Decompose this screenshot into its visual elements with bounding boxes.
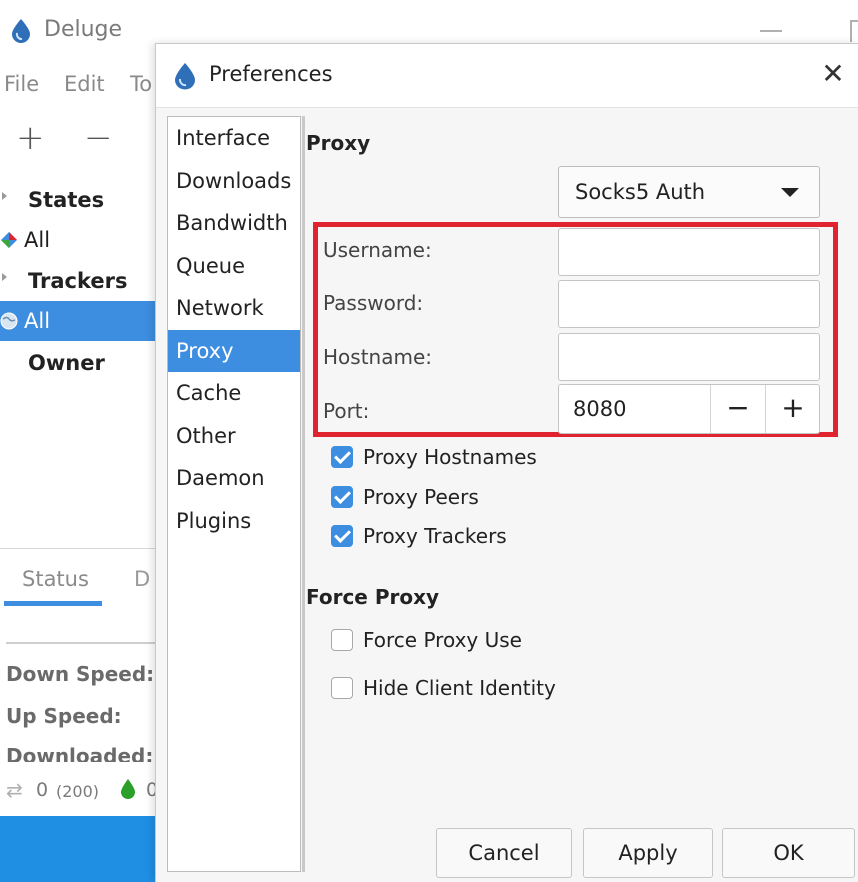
force-proxy-section-heading: Force Proxy xyxy=(306,585,440,609)
username-field[interactable] xyxy=(558,228,820,276)
sidebar-header-label: Owner xyxy=(28,351,105,375)
filter-sidebar: States All Trackers All Owner xyxy=(0,180,158,540)
sidebar-item-label: All xyxy=(24,309,51,333)
category-downloads[interactable]: Downloads xyxy=(168,160,300,202)
proxy-peers-checkbox-row[interactable]: Proxy Peers xyxy=(331,482,479,512)
cancel-button[interactable]: Cancel xyxy=(436,828,572,878)
password-label: Password: xyxy=(323,291,424,315)
dialog-titlebar: Preferences ✕ xyxy=(156,44,858,108)
remove-torrent-button[interactable]: − xyxy=(84,118,113,158)
ok-button[interactable]: OK xyxy=(722,828,855,878)
dialog-title: Preferences xyxy=(209,62,333,86)
hide-client-identity-checkbox[interactable] xyxy=(331,677,353,699)
taskbar-strip xyxy=(0,816,160,882)
sidebar-header-states[interactable]: States xyxy=(0,180,158,220)
expander-icon xyxy=(2,192,7,200)
hide-client-identity-checkbox-row[interactable]: Hide Client Identity xyxy=(331,673,556,703)
states-all-icon xyxy=(1,232,17,248)
globe-icon xyxy=(0,312,18,330)
hostname-label: Hostname: xyxy=(323,345,432,369)
proxy-type-value: Socks5 Auth xyxy=(575,180,706,204)
deluge-logo-icon xyxy=(12,19,30,43)
sidebar-header-owner[interactable]: Owner xyxy=(0,343,158,383)
proxy-type-dropdown[interactable]: Socks5 Auth xyxy=(558,166,820,218)
expander-icon xyxy=(2,273,7,281)
force-proxy-use-checkbox[interactable] xyxy=(331,629,353,651)
menu-file[interactable]: File xyxy=(4,72,39,96)
proxy-peers-checkbox[interactable] xyxy=(331,486,353,508)
port-increment-button[interactable]: + xyxy=(765,385,820,433)
sidebar-header-trackers[interactable]: Trackers xyxy=(0,261,158,301)
close-button[interactable]: ✕ xyxy=(818,59,848,89)
proxy-trackers-label: Proxy Trackers xyxy=(363,524,507,548)
tab-status[interactable]: Status xyxy=(22,567,89,591)
preferences-dialog: Preferences ✕ Interface Downloads Bandwi… xyxy=(155,43,858,882)
sidebar-header-label: Trackers xyxy=(28,269,128,293)
hostname-field[interactable] xyxy=(558,333,820,381)
downloaded-row-clip: Downloaded: xyxy=(0,742,158,762)
details-tabs: Status D xyxy=(0,548,158,608)
proxy-hostnames-checkbox[interactable] xyxy=(331,446,353,468)
category-daemon[interactable]: Daemon xyxy=(168,457,300,499)
port-spinbutton: 8080 − + xyxy=(558,384,820,434)
up-speed-label: Up Speed: xyxy=(6,704,122,728)
category-queue[interactable]: Queue xyxy=(168,245,300,287)
main-window-title: Deluge xyxy=(44,17,123,42)
connections-max: (200) xyxy=(56,782,100,801)
active-tab-indicator xyxy=(4,601,102,606)
divider xyxy=(6,642,156,644)
force-proxy-use-checkbox-row[interactable]: Force Proxy Use xyxy=(331,625,522,655)
downloaded-label: Downloaded: xyxy=(6,744,154,762)
hide-client-identity-label: Hide Client Identity xyxy=(363,676,556,700)
sidebar-header-label: States xyxy=(28,188,105,212)
category-other[interactable]: Other xyxy=(168,415,300,457)
connections-count: 0 xyxy=(36,779,49,801)
port-decrement-button[interactable]: − xyxy=(710,385,765,433)
proxy-trackers-checkbox[interactable] xyxy=(331,525,353,547)
category-cache[interactable]: Cache xyxy=(168,372,300,414)
port-label: Port: xyxy=(323,399,370,423)
port-input[interactable]: 8080 xyxy=(573,397,626,421)
proxy-section-heading: Proxy xyxy=(306,131,371,155)
username-label: Username: xyxy=(323,238,432,262)
password-field[interactable] xyxy=(558,280,820,328)
menu-edit[interactable]: Edit xyxy=(64,72,105,96)
maximize-icon[interactable] xyxy=(850,20,858,42)
force-proxy-use-label: Force Proxy Use xyxy=(363,628,522,652)
add-torrent-button[interactable]: + xyxy=(16,118,45,158)
deluge-logo-icon xyxy=(175,63,195,90)
statusbar: ⇄ 0 (200) 0 xyxy=(0,770,158,810)
close-icon: ✕ xyxy=(821,57,845,90)
dialog-button-bar: Cancel Apply OK xyxy=(305,828,858,882)
proxy-hostnames-label: Proxy Hostnames xyxy=(363,445,537,469)
download-speed-icon xyxy=(121,779,135,799)
proxy-peers-label: Proxy Peers xyxy=(363,485,479,509)
menu-tools[interactable]: To xyxy=(130,72,152,96)
proxy-trackers-checkbox-row[interactable]: Proxy Trackers xyxy=(331,521,507,551)
proxy-hostnames-checkbox-row[interactable]: Proxy Hostnames xyxy=(331,442,537,472)
category-network[interactable]: Network xyxy=(168,287,300,329)
category-proxy[interactable]: Proxy xyxy=(168,330,300,372)
tab-details[interactable]: D xyxy=(134,567,150,591)
category-interface[interactable]: Interface xyxy=(168,117,300,159)
dropdown-arrow-icon xyxy=(781,188,799,197)
down-speed-label: Down Speed: xyxy=(6,662,155,686)
sidebar-item-states-all[interactable]: All xyxy=(0,220,158,260)
connections-icon: ⇄ xyxy=(6,778,23,802)
category-plugins[interactable]: Plugins xyxy=(168,500,300,542)
category-list: Interface Downloads Bandwidth Queue Netw… xyxy=(167,116,301,872)
category-bandwidth[interactable]: Bandwidth xyxy=(168,202,300,244)
sidebar-item-trackers-all[interactable]: All xyxy=(0,301,158,341)
pane-divider xyxy=(302,116,305,872)
minimize-icon[interactable] xyxy=(760,30,782,32)
apply-button[interactable]: Apply xyxy=(583,828,713,878)
sidebar-item-label: All xyxy=(24,228,51,252)
